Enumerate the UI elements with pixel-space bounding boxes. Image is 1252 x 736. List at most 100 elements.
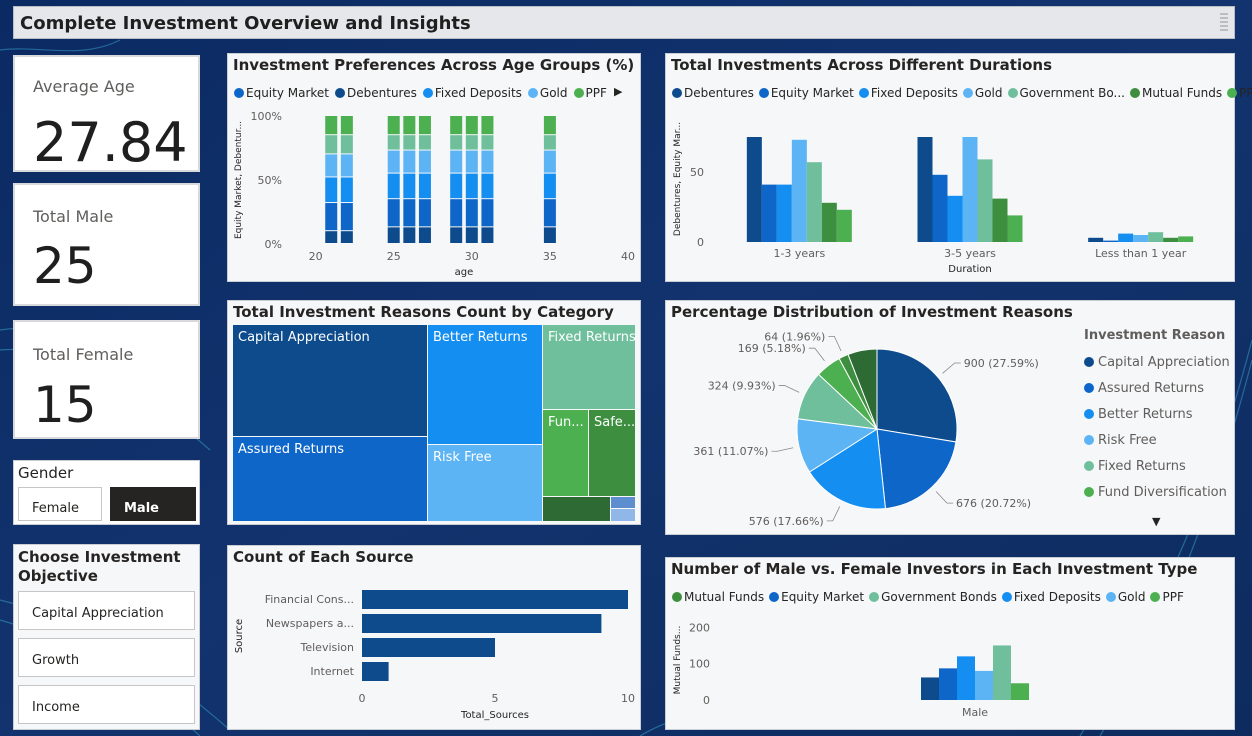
legend-item[interactable]: Gold xyxy=(962,86,1003,100)
legend-item[interactable]: Fixed Deposits xyxy=(1001,590,1101,604)
stacked-bar-segment xyxy=(481,199,494,227)
treemap-tile-small-a[interactable] xyxy=(611,497,635,508)
treemap-tile-risk-free[interactable]: Risk Free xyxy=(428,445,542,521)
legend-dot-icon xyxy=(1227,88,1238,98)
slicer-option-capital-appreciation[interactable]: Capital Appreciation xyxy=(18,591,195,630)
legend-item[interactable]: Equity Market xyxy=(758,86,854,100)
legend-dot-icon xyxy=(527,88,538,98)
stacked-bar-segment xyxy=(481,135,494,150)
legend-item[interactable]: Gold xyxy=(1105,590,1145,604)
treemap-tile-other[interactable] xyxy=(543,497,610,521)
stacked-bar-segment xyxy=(418,150,431,173)
pie-leader-line xyxy=(771,447,794,452)
age-chart-legend: Equity Market Debentures Fixed Deposits Gol… xyxy=(234,86,607,100)
legend-dot-icon xyxy=(1084,409,1094,419)
y-tick-label: 0 xyxy=(697,236,704,249)
bar xyxy=(992,198,1008,242)
y-axis-label: Debentures, Equity Mar... xyxy=(673,122,683,236)
legend-item[interactable]: PPF xyxy=(573,86,607,100)
legend-item[interactable]: Government Bonds xyxy=(869,590,997,604)
legend-label: Fixed Deposits xyxy=(1013,590,1101,604)
stacked-bar-segment xyxy=(481,116,494,135)
x-tick-label: 0 xyxy=(359,692,366,705)
legend-dot-icon xyxy=(1084,435,1094,445)
pie-slice xyxy=(876,428,957,510)
legend-item[interactable]: Gold xyxy=(527,86,568,100)
slicer-option-income[interactable]: Income xyxy=(18,685,195,724)
legend-dot-icon xyxy=(234,88,244,98)
pie-slice xyxy=(876,348,958,443)
legend-scroll-down-icon[interactable]: ▼ xyxy=(1152,515,1160,528)
treemap-tile-small-b[interactable] xyxy=(611,509,635,521)
stacked-bar-segment xyxy=(481,173,494,199)
legend-item[interactable]: Equity Market xyxy=(234,86,329,100)
bar xyxy=(1088,237,1104,242)
pie-data-label: 361 (11.07%) xyxy=(693,445,768,458)
legend-label: Equity Market xyxy=(770,86,854,100)
stacked-bar-segment xyxy=(418,227,431,243)
slicer-option-female[interactable]: Female xyxy=(18,487,102,521)
panel-title: Total Investment Reasons Count by Catego… xyxy=(233,303,614,321)
bar xyxy=(977,159,993,242)
y-tick-label: 200 xyxy=(689,621,710,634)
stacked-bar-segment xyxy=(325,203,338,231)
legend-item[interactable]: PPF xyxy=(1150,590,1184,604)
panel-title: Percentage Distribution of Investment Re… xyxy=(671,303,1073,321)
bar xyxy=(362,614,602,633)
bar xyxy=(1103,240,1119,242)
treemap-tile-assured-returns[interactable]: Assured Returns xyxy=(233,437,427,521)
x-tick-label: 40 xyxy=(621,250,635,263)
stacked-bar-segment xyxy=(340,177,353,203)
pie-legend-item[interactable]: Fixed Returns xyxy=(1084,453,1230,479)
treemap-tile-safe[interactable]: Safe... xyxy=(589,410,635,496)
kpi-card-total-male: Total Male 25 xyxy=(13,183,200,306)
legend-item[interactable]: PPF xyxy=(1227,86,1252,100)
legend-item[interactable]: Fixed Deposits xyxy=(422,86,522,100)
age-chart-panel: Investment Preferences Across Age Groups… xyxy=(227,53,641,282)
gender-slicer: Gender Female Male xyxy=(13,460,200,525)
treemap-tile-fixed-returns[interactable]: Fixed Returns xyxy=(543,325,636,409)
treemap-tile-fund-diversification[interactable]: Fun... xyxy=(543,410,588,496)
slicer-option-male[interactable]: Male xyxy=(110,487,196,521)
legend-item[interactable]: Fixed Deposits xyxy=(858,86,958,100)
pie-legend-item[interactable]: Fund Diversification xyxy=(1084,479,1230,505)
bar xyxy=(746,137,762,242)
pie-data-label: 64 (1.96%) xyxy=(764,330,825,343)
stacked-bar-segment xyxy=(543,173,556,199)
pie-legend-item[interactable]: Better Returns xyxy=(1084,401,1230,427)
stacked-bar-segment xyxy=(340,154,353,177)
legend-item[interactable]: Debentures xyxy=(335,86,417,100)
slicer-option-growth[interactable]: Growth xyxy=(18,638,195,677)
stacked-bar-segment xyxy=(465,150,478,173)
legend-label: Fund Diversification xyxy=(1098,484,1227,500)
bar xyxy=(1133,235,1149,242)
treemap-tile-capital-appreciation[interactable]: Capital Appreciation xyxy=(233,325,427,436)
y-tick-label: Financial Cons... xyxy=(265,593,354,606)
pie-legend-item[interactable]: Assured Returns xyxy=(1084,375,1230,401)
legend-item[interactable]: Government Bo... xyxy=(1007,86,1125,100)
legend-item[interactable]: Mutual Funds xyxy=(1129,86,1222,100)
stacked-bar-segment xyxy=(387,227,400,243)
stacked-bar-segment xyxy=(325,231,338,243)
legend-item[interactable]: Equity Market xyxy=(769,590,864,604)
pie-data-label: 169 (5.18%) xyxy=(738,342,806,355)
legend-label: Gold xyxy=(974,86,1003,100)
pie-legend-item[interactable]: Risk Free xyxy=(1084,427,1230,453)
objective-slicer: Choose Investment Objective Capital Appr… xyxy=(13,544,200,730)
stacked-bar-segment xyxy=(543,199,556,227)
pie-legend-item[interactable]: Capital Appreciation xyxy=(1084,349,1230,375)
duration-chart-legend: Debentures Equity Market Fixed Deposits Gol… xyxy=(672,86,1252,100)
stacked-bar-segment xyxy=(481,227,494,243)
legend-dot-icon xyxy=(1084,383,1094,393)
legend-label: Fixed Deposits xyxy=(870,86,958,100)
x-tick-label: 1-3 years xyxy=(773,247,825,260)
legend-dot-icon xyxy=(858,88,869,98)
legend-next-arrow-icon[interactable]: ▶ xyxy=(614,85,622,98)
legend-item[interactable]: Debentures xyxy=(672,86,754,100)
y-tick-label: 100 xyxy=(689,658,710,671)
legend-item[interactable]: Mutual Funds xyxy=(672,590,764,604)
legend-dot-icon xyxy=(1084,357,1094,367)
drag-grip-icon[interactable] xyxy=(1220,13,1228,31)
treemap-tile-better-returns[interactable]: Better Returns xyxy=(428,325,542,444)
stacked-bar-segment xyxy=(403,199,416,227)
